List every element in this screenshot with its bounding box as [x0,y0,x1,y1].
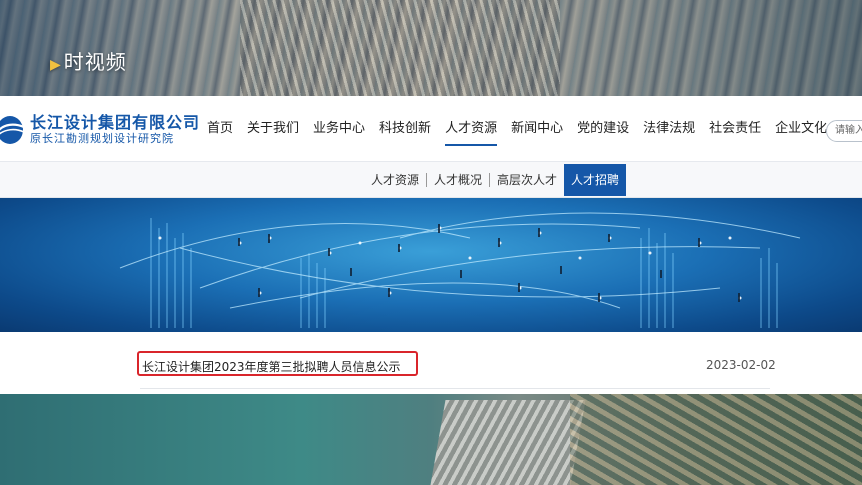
nav-item-news[interactable]: 新闻中心 [504,96,570,162]
nav-item-innovation[interactable]: 科技创新 [372,96,438,162]
aerial-cliff-image [240,0,560,96]
aerial-rocks-image [570,394,862,485]
video-bottom-frame [0,394,862,485]
nav-item-home[interactable]: 首页 [200,96,240,162]
video-watermark-text: 时视频 [63,50,127,74]
nav-item-social[interactable]: 社会责任 [702,96,768,162]
company-logo-icon [0,116,25,144]
nav-item-party[interactable]: 党的建设 [570,96,636,162]
nav-item-business[interactable]: 业务中心 [306,96,372,162]
world-network-illustration [119,212,801,328]
play-icon: ▶ [50,57,62,73]
nav-item-about[interactable]: 关于我们 [240,96,306,162]
video-watermark: ▶ 时视频 [50,46,127,75]
video-top-frame: ▶ 时视频 [0,0,862,96]
subnav-item-talent-overview[interactable]: 人才概况 [427,164,489,196]
brand-logo[interactable]: 长江设计集团有限公司 原长江勘测规划设计研究院 [0,112,200,148]
subnav-item-high-level-talent[interactable]: 高层次人才 [490,164,564,196]
brand-name: 长江设计集团有限公司 [30,113,201,132]
list-item-date: 2023-02-02 [706,358,776,372]
subnav-item-recruitment[interactable]: 人才招聘 [564,164,627,196]
talent-banner-image [0,198,862,332]
site-header: 长江设计集团有限公司 原长江勘测规划设计研究院 首页 关于我们 业务中心 科技创… [0,96,862,162]
nav-item-culture[interactable]: 企业文化 [768,96,834,162]
aerial-dam-image [430,400,586,485]
recruitment-list: 长江设计集团2023年度第三批拟聘人员信息公示 2023-02-02 [0,332,862,394]
list-divider [140,388,770,389]
list-item-title[interactable]: 长江设计集团2023年度第三批拟聘人员信息公示 [142,358,401,375]
main-nav: 首页 关于我们 业务中心 科技创新 人才资源 新闻中心 党的建设 法律法规 社会… [200,96,834,162]
sub-nav: 人才资源 人才概况 高层次人才 人才招聘 [0,162,862,198]
search-input[interactable]: 请输入 [826,120,862,142]
website-frame: 长江设计集团有限公司 原长江勘测规划设计研究院 首页 关于我们 业务中心 科技创… [0,96,862,394]
nav-item-talent[interactable]: 人才资源 [438,96,504,162]
nav-item-law[interactable]: 法律法规 [636,96,702,162]
subnav-item-talent-resources[interactable]: 人才资源 [364,164,426,196]
brand-subtitle: 原长江勘测规划设计研究院 [30,132,174,145]
